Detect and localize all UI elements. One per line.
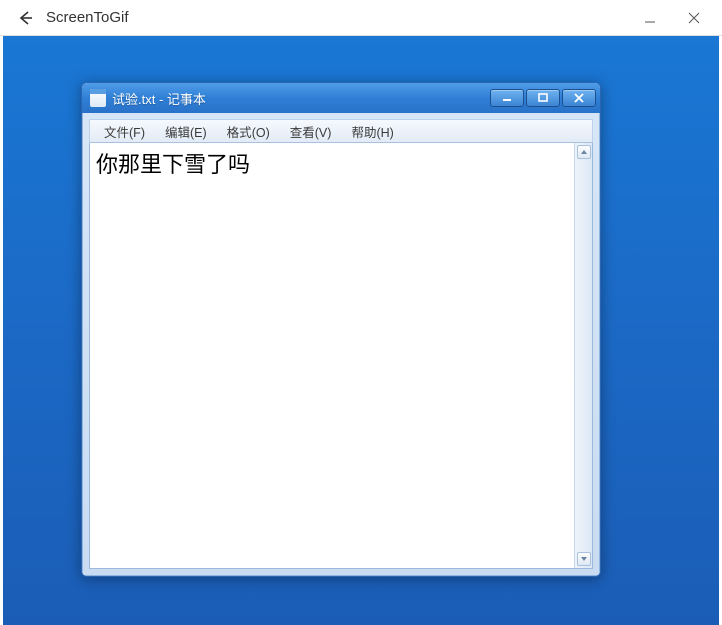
- back-arrow-icon: [16, 9, 34, 27]
- notepad-close-button[interactable]: [562, 89, 596, 107]
- menu-format-accel: (O): [252, 126, 270, 140]
- scroll-down-button[interactable]: [577, 552, 591, 566]
- menu-format-label: 格式: [227, 126, 252, 140]
- menu-file-accel: (F): [129, 126, 145, 140]
- menu-edit-accel: (E): [190, 126, 207, 140]
- menu-view-accel: (V): [315, 126, 332, 140]
- chevron-up-icon: [580, 148, 588, 156]
- notepad-editor-area: 你那里下雪了吗: [89, 143, 593, 569]
- scroll-up-button[interactable]: [577, 145, 591, 159]
- outer-title: ScreenToGif: [46, 9, 129, 26]
- menu-edit[interactable]: 编辑(E): [155, 120, 217, 143]
- chevron-down-icon: [580, 555, 588, 563]
- minimize-icon: [501, 93, 513, 103]
- menu-help[interactable]: 帮助(H): [341, 120, 403, 143]
- menu-help-accel: (H): [376, 126, 393, 140]
- notepad-textarea[interactable]: 你那里下雪了吗: [90, 143, 574, 568]
- menu-help-label: 帮助: [351, 126, 376, 140]
- menu-format[interactable]: 格式(O): [217, 120, 280, 143]
- notepad-maximize-button[interactable]: [526, 89, 560, 107]
- outer-titlebar: ScreenToGif: [0, 0, 722, 36]
- menu-view-label: 查看: [290, 126, 315, 140]
- notepad-menubar: 文件(F) 编辑(E) 格式(O) 查看(V) 帮助(H): [89, 119, 593, 143]
- notepad-titlebar[interactable]: 试验.txt - 记事本: [82, 83, 600, 113]
- menu-file-label: 文件: [104, 126, 129, 140]
- close-icon: [573, 93, 585, 103]
- vertical-scrollbar[interactable]: [574, 143, 592, 568]
- notepad-title: 试验.txt - 记事本: [112, 89, 206, 108]
- notepad-app-icon: [90, 89, 106, 107]
- desktop-background: 试验.txt - 记事本 文件(F) 编辑(E) 格式(O) 查看(V): [0, 36, 722, 625]
- notepad-chrome: 文件(F) 编辑(E) 格式(O) 查看(V) 帮助(H) 你那里下雪了吗: [82, 113, 600, 576]
- screentogif-window: ScreenToGif 试验.txt - 记事本: [0, 0, 722, 625]
- menu-file[interactable]: 文件(F): [94, 120, 155, 143]
- notepad-minimize-button[interactable]: [490, 89, 524, 107]
- notepad-window: 试验.txt - 记事本 文件(F) 编辑(E) 格式(O) 查看(V): [81, 82, 601, 577]
- menu-view[interactable]: 查看(V): [280, 120, 342, 143]
- back-button[interactable]: [10, 3, 40, 33]
- outer-minimize-button[interactable]: [628, 3, 672, 33]
- menu-edit-label: 编辑: [165, 126, 190, 140]
- outer-close-button[interactable]: [672, 3, 716, 33]
- maximize-icon: [537, 93, 549, 103]
